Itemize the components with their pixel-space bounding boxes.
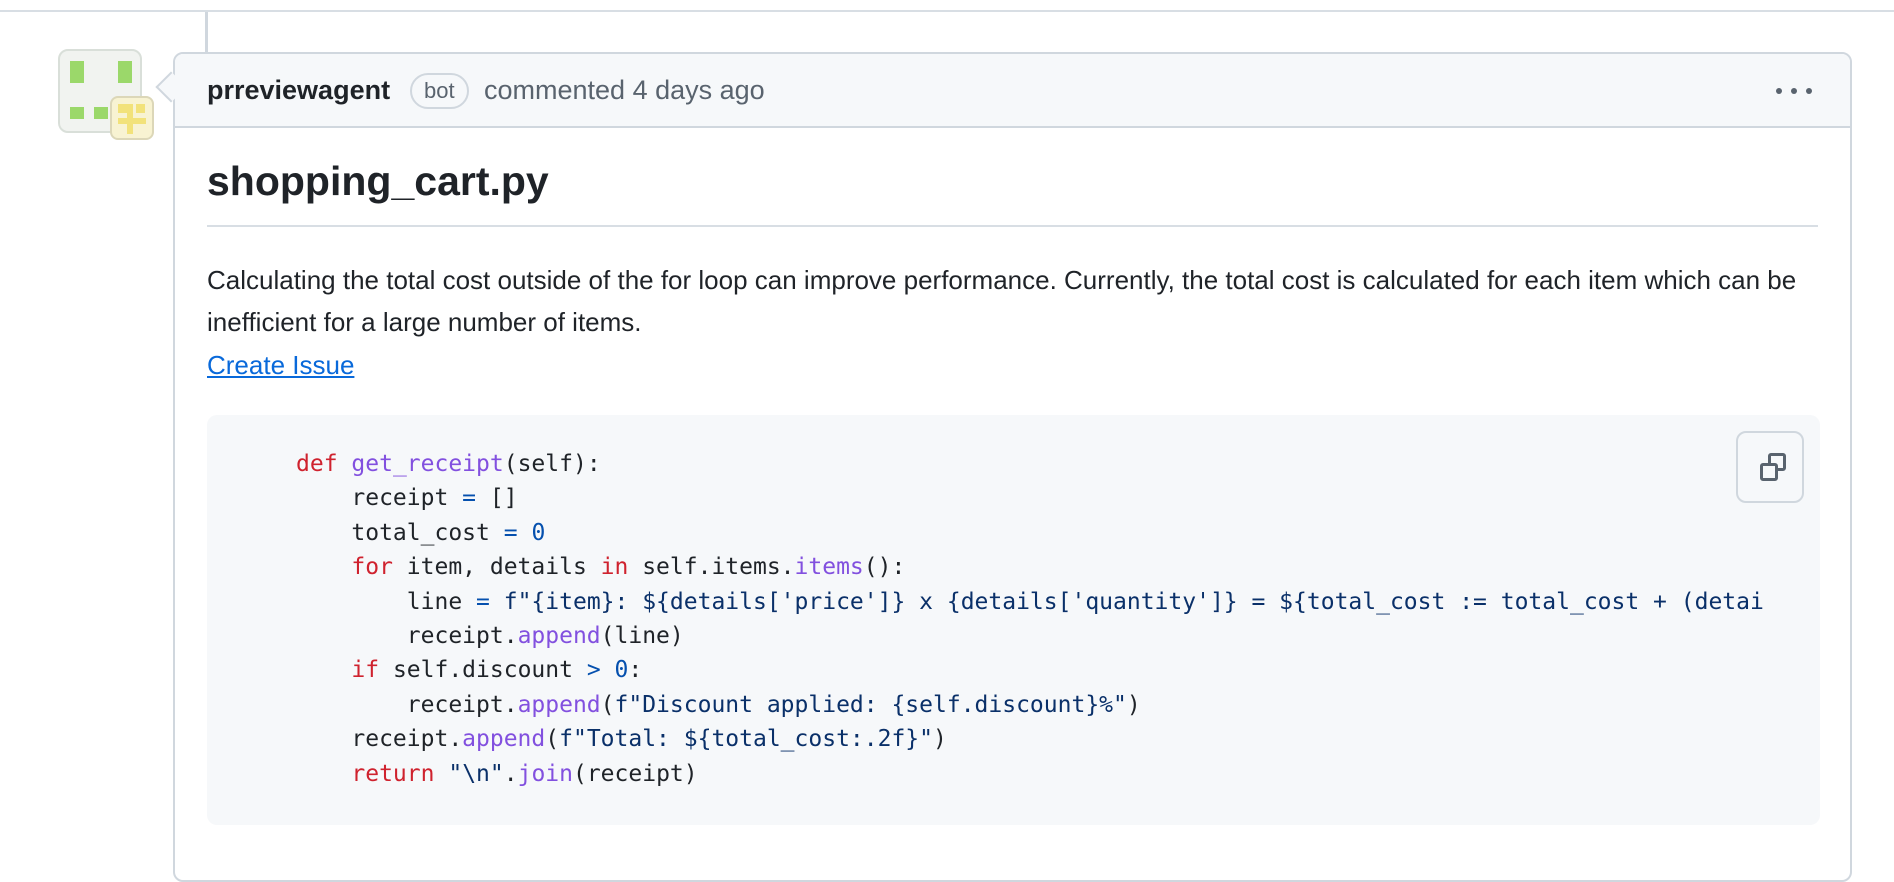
comment-header: prreviewagent bot commented 4 days ago [175,54,1850,128]
code-line: receipt.append(f"Discount applied: {self… [296,691,1141,718]
timeline-top-divider [0,10,1894,12]
file-title: shopping_cart.py [207,158,549,204]
code-line: def get_receipt(self): [296,451,601,477]
code-line: if self.discount > 0: [351,657,643,684]
author-name[interactable]: prreviewagent [207,75,390,106]
review-comment: prreviewagent bot commented 4 days ago s… [173,52,1852,882]
bot-avatar-badge [110,96,154,140]
code-line: line = f"{item}: ${details['price']} x {… [296,588,1764,615]
code-line: return "\n".join(receipt) [351,760,698,787]
timeline-connector [205,12,208,52]
bot-badge: bot [410,73,469,109]
create-issue-link[interactable]: Create Issue [207,344,354,386]
copy-button[interactable] [1736,431,1804,503]
kebab-horizontal-icon[interactable] [1774,80,1814,100]
code-block: def get_receipt(self): receipt = [] tota… [207,415,1820,825]
code-line: receipt.append(f"Total: ${total_cost:.2f… [296,726,947,753]
code-line: receipt.append(line) [296,623,684,650]
comment-description: Calculating the total cost outside of th… [207,265,1797,337]
code-content: def get_receipt(self): receipt = [] tota… [296,447,1764,791]
code-line: receipt = [] [296,485,518,512]
code-line: total_cost = 0 [296,519,546,546]
code-line: for item, details in self.items.items(): [351,554,906,581]
title-divider [207,225,1818,227]
comment-timestamp[interactable]: commented 4 days ago [484,75,765,106]
